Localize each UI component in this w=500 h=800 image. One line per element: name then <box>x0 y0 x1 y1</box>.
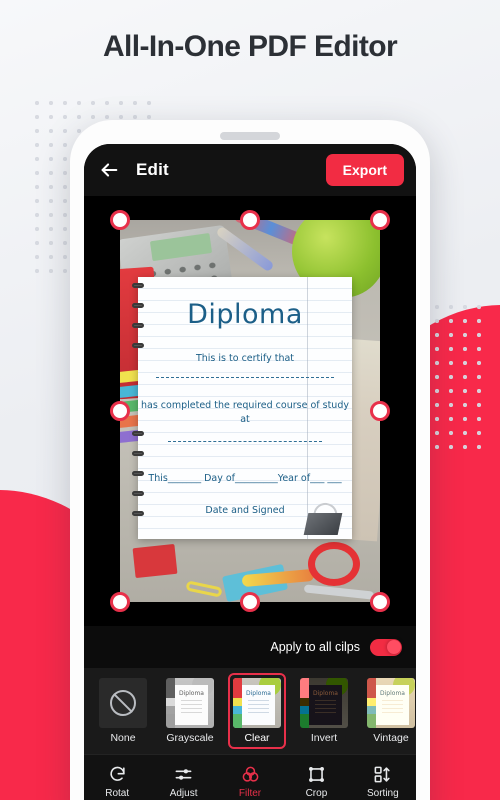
handle-top-left[interactable] <box>110 210 130 230</box>
filter-thumb-clear: Diploma <box>233 678 281 728</box>
nav-label: Adjust <box>169 787 198 799</box>
filter-item-vintage[interactable]: Diploma Vintage <box>362 673 416 749</box>
filter-thumb-title: Diploma <box>313 690 338 697</box>
phone-screen: Edit Export Diploma This is to certify t… <box>84 144 416 800</box>
diploma-dashed-line-2 <box>168 441 322 442</box>
apply-to-all-toggle[interactable] <box>370 638 402 656</box>
photo-crop-region[interactable]: Diploma This is to certify that has comp… <box>110 210 390 612</box>
app-header: Edit Export <box>84 144 416 196</box>
filter-circles-icon <box>242 766 258 782</box>
sorting-icon <box>374 766 390 782</box>
diploma-text: Diploma This is to certify that has comp… <box>138 277 352 539</box>
diploma-line-2: has completed the required course of stu… <box>141 400 349 425</box>
filter-thumb-grayscale: Diploma <box>166 678 214 728</box>
diploma-dashed-line-1 <box>156 377 334 378</box>
filter-item-clear[interactable]: Diploma Clear <box>228 673 286 749</box>
binder-clip-object <box>303 500 344 535</box>
rotate-icon <box>110 766 125 781</box>
app-title: Edit <box>136 160 169 179</box>
red-ring-object <box>308 542 360 586</box>
filter-label: Invert <box>310 732 338 744</box>
back-arrow-icon[interactable] <box>98 159 120 181</box>
handle-top-center[interactable] <box>240 210 260 230</box>
diploma-line-3: This_______ Day of_________Year of___ __… <box>148 473 342 484</box>
nav-item-filter[interactable]: Filter <box>217 765 283 799</box>
diploma-line-1: This is to certify that <box>195 353 295 364</box>
nav-item-crop[interactable]: Crop <box>283 765 349 799</box>
editor-canvas[interactable]: Diploma This is to certify that has comp… <box>84 196 416 626</box>
diploma-title: Diploma <box>187 299 303 330</box>
sliders-icon <box>175 768 192 780</box>
filter-thumb-invert: Diploma <box>300 678 348 728</box>
phone-speaker <box>220 132 280 140</box>
filter-strip[interactable]: None Diploma Grayscale Diploma Clear Dip… <box>84 668 416 754</box>
export-button[interactable]: Export <box>325 154 404 186</box>
filter-thumb-title: Diploma <box>380 690 405 697</box>
apply-to-all-row: Apply to all cilps <box>84 626 416 668</box>
filter-label: Clear <box>244 732 270 744</box>
handle-middle-right[interactable] <box>370 401 390 421</box>
handle-top-right[interactable] <box>370 210 390 230</box>
page-title: All-In-One PDF Editor <box>102 30 398 63</box>
handle-bottom-left[interactable] <box>110 592 130 612</box>
no-filter-icon <box>110 690 136 716</box>
filter-thumb-vintage: Diploma <box>367 678 415 728</box>
nav-label: Crop <box>305 787 328 799</box>
filter-item-invert[interactable]: Diploma Invert <box>295 673 353 749</box>
nav-label: Sorting <box>366 787 399 799</box>
filter-label: Grayscale <box>166 732 214 744</box>
apply-to-all-label: Apply to all cilps <box>270 640 360 654</box>
diploma-page: Diploma This is to certify that has comp… <box>132 277 352 539</box>
nav-item-rotate[interactable]: Rotat <box>84 765 150 799</box>
phone-mockup: Edit Export Diploma This is to certify t… <box>70 120 430 800</box>
filter-label: None <box>110 732 136 744</box>
nav-label: Rotat <box>105 787 130 799</box>
filter-thumb-title: Diploma <box>246 690 271 697</box>
crop-frame-icon <box>308 766 324 782</box>
document-photo: Diploma This is to certify that has comp… <box>120 220 380 602</box>
filter-label: Vintage <box>373 732 409 744</box>
filter-item-none[interactable]: None <box>94 673 152 749</box>
handle-bottom-center[interactable] <box>240 592 260 612</box>
filter-item-grayscale[interactable]: Diploma Grayscale <box>161 673 219 749</box>
nav-item-sorting[interactable]: Sorting <box>350 765 416 799</box>
handle-bottom-right[interactable] <box>370 592 390 612</box>
handle-middle-left[interactable] <box>110 401 130 421</box>
bottom-toolbar: Rotat Adjust Filter Crop Sorting <box>84 754 416 800</box>
nav-item-adjust[interactable]: Adjust <box>150 765 216 799</box>
nav-label: Filter <box>238 787 262 799</box>
filter-thumb-none <box>99 678 147 728</box>
filter-thumb-title: Diploma <box>179 690 204 697</box>
